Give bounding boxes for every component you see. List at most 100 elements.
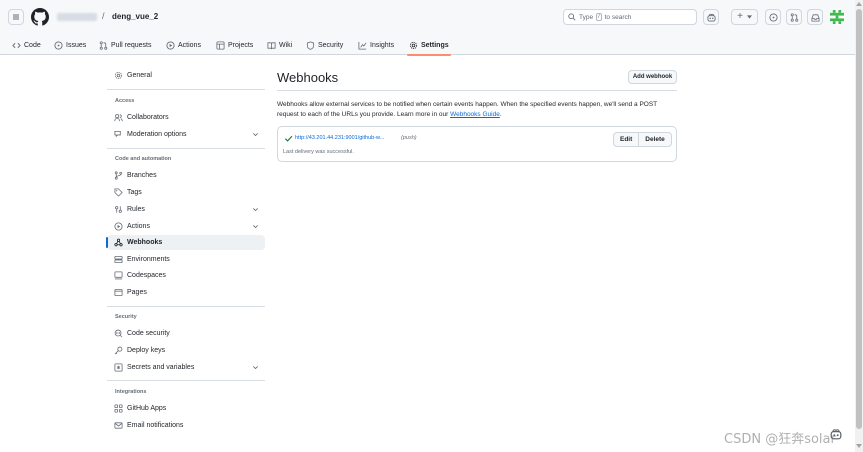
graph-icon: [358, 41, 367, 50]
book-icon: [267, 41, 276, 49]
csdn-watermark: CSDN @狂奔solar: [724, 432, 836, 447]
tab-actions[interactable]: Actions: [166, 35, 201, 55]
sidebar-item-label: Secrets and variables: [127, 364, 195, 371]
page-title: Webhooks: [277, 70, 339, 85]
webhook-icon: [114, 238, 123, 247]
browser-icon: [114, 288, 123, 297]
sidebar-item-branches[interactable]: Branches: [107, 168, 265, 183]
sidebar-item-collaborators[interactable]: Collaborators: [107, 110, 265, 125]
server-icon: [114, 255, 123, 264]
repo-separator: /: [102, 11, 105, 21]
sidebar-item-label: Collaborators: [127, 114, 169, 121]
tab-label: Projects: [228, 41, 254, 49]
hamburger-menu-button[interactable]: [8, 9, 24, 25]
pull-request-icon: [99, 40, 108, 50]
user-avatar[interactable]: [829, 9, 845, 25]
webhook-list-item: http://43.201.44.231:9001/github-w... (p…: [277, 126, 677, 162]
tab-label: Settings: [421, 41, 449, 49]
sidebar-item-label: Actions: [127, 223, 150, 230]
search-shortcut-key: /: [596, 13, 602, 21]
tab-code[interactable]: Code: [12, 35, 41, 55]
chevron-down-icon: [253, 208, 258, 212]
pull-requests-button[interactable]: [786, 9, 802, 25]
webhook-delivery-status: Last delivery was successful.: [283, 149, 354, 155]
issues-button[interactable]: [765, 9, 781, 25]
sidebar-item-environments[interactable]: Environments: [107, 252, 265, 267]
tab-settings[interactable]: Settings: [407, 35, 451, 56]
search-icon: [568, 13, 576, 21]
scroll-down-arrow-icon[interactable]: [856, 444, 862, 448]
sidebar-heading-integrations: Integrations: [115, 389, 147, 395]
tab-issues[interactable]: Issues: [54, 35, 86, 55]
issue-icon: [54, 40, 63, 50]
sidebar-item-deploy-keys[interactable]: Deploy keys: [107, 343, 265, 358]
create-new-button[interactable]: +: [731, 9, 758, 25]
apps-icon: [114, 404, 123, 413]
tab-label: Code: [24, 41, 41, 49]
sidebar-item-label: Pages: [127, 289, 147, 296]
copilot-button[interactable]: [703, 9, 719, 25]
chevron-down-icon: [253, 133, 258, 137]
git-pull-request-icon: [790, 12, 798, 22]
sidebar-item-label: Branches: [127, 172, 157, 179]
sidebar-item-label: GitHub Apps: [127, 405, 167, 412]
tab-label: Security: [318, 41, 344, 49]
repo-name-link[interactable]: deng_vue_2: [112, 12, 158, 21]
webhook-url-link[interactable]: http://43.201.44.231:9001/github-w...: [295, 135, 384, 141]
sidebar-item-label: Moderation options: [127, 131, 187, 138]
tab-security[interactable]: Security: [306, 35, 343, 55]
sidebar-item-label: Webhooks: [127, 239, 163, 246]
sidebar-item-label: Email notifications: [127, 422, 184, 429]
search-input[interactable]: Type / to search: [563, 9, 697, 25]
page-scrollbar[interactable]: [855, 0, 863, 452]
webhooks-guide-link[interactable]: Webhooks Guide: [450, 111, 500, 118]
sidebar-item-label: General: [127, 72, 152, 79]
git-branch-icon: [114, 171, 123, 180]
key-icon: [114, 346, 123, 355]
tab-wiki[interactable]: Wiki: [267, 35, 292, 55]
sidebar-item-webhooks[interactable]: Webhooks: [106, 235, 265, 250]
sidebar-item-label: Tags: [127, 189, 142, 196]
hamburger-icon: [13, 14, 19, 20]
sidebar-item-codespaces[interactable]: Codespaces: [107, 268, 265, 283]
comment-discussion-icon: [114, 130, 121, 138]
sidebar-item-secrets-variables[interactable]: Secrets and variables: [107, 360, 265, 375]
app-header: / deng_vue_2 Type / to search + Code Iss…: [0, 0, 855, 56]
tab-pull-requests[interactable]: Pull requests: [99, 35, 151, 55]
gear-icon: [409, 41, 418, 49]
repo-rules-icon: [115, 206, 122, 213]
sidebar-item-code-security[interactable]: Code security: [107, 326, 265, 341]
sidebar-item-moderation-options[interactable]: Moderation options: [107, 127, 265, 142]
delete-webhook-button[interactable]: Delete: [638, 133, 671, 146]
mail-icon: [114, 422, 123, 429]
sidebar-item-email-notifications[interactable]: Email notifications: [107, 418, 265, 433]
github-logo-icon[interactable]: [31, 8, 49, 26]
sidebar-divider: [107, 380, 265, 381]
sidebar-divider: [107, 89, 265, 90]
sidebar-item-general[interactable]: General: [107, 68, 265, 83]
scrollbar-thumb[interactable]: [856, 9, 862, 429]
issue-opened-icon: [768, 12, 778, 22]
add-webhook-button[interactable]: Add webhook: [628, 70, 677, 84]
sidebar-item-actions[interactable]: Actions: [107, 219, 265, 234]
owner-name-redacted[interactable]: [57, 13, 97, 21]
sidebar-item-label: Codespaces: [127, 272, 166, 279]
sidebar-divider: [107, 148, 265, 149]
inbox-button[interactable]: [807, 9, 823, 25]
webhooks-description: Webhooks allow external services to be n…: [277, 100, 679, 120]
codescan-icon: [114, 329, 123, 338]
edit-webhook-button[interactable]: Edit: [614, 133, 638, 146]
chevron-down-icon: [253, 225, 258, 229]
code-icon: [12, 42, 21, 48]
sidebar-item-github-apps[interactable]: GitHub Apps: [107, 401, 265, 416]
tab-projects[interactable]: Projects: [216, 35, 253, 55]
tab-insights[interactable]: Insights: [358, 35, 394, 55]
sidebar-item-rules[interactable]: Rules: [107, 202, 265, 217]
tab-label: Actions: [178, 41, 201, 49]
scroll-up-arrow-icon[interactable]: [856, 2, 862, 6]
sidebar-item-tags[interactable]: Tags: [107, 185, 265, 200]
header-top-row: / deng_vue_2 Type / to search +: [0, 7, 855, 29]
tab-label: Issues: [66, 41, 87, 49]
people-icon: [114, 114, 123, 122]
sidebar-item-pages[interactable]: Pages: [107, 285, 265, 300]
